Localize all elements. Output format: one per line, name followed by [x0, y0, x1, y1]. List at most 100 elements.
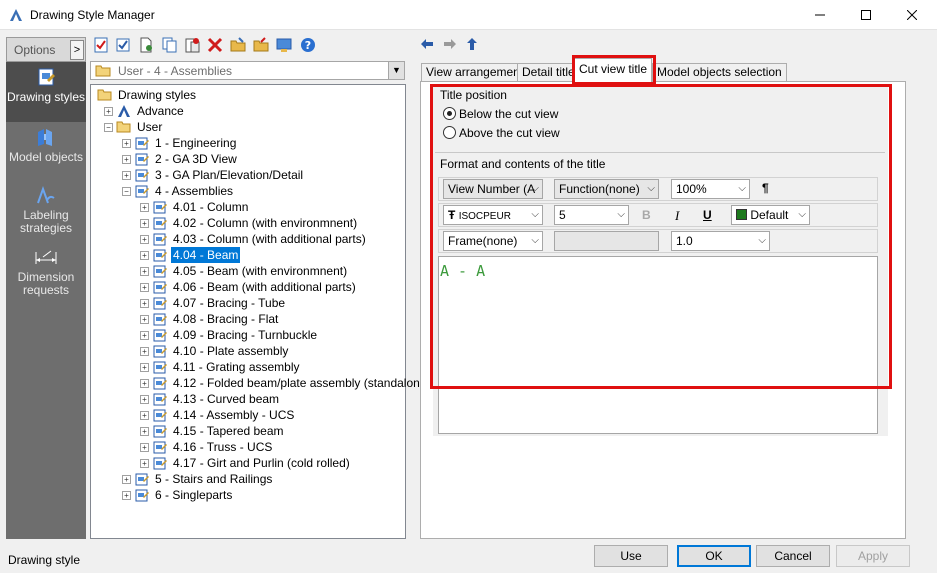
app-logo-icon — [10, 9, 22, 21]
tab-detail-title[interactable]: Detail title — [517, 63, 580, 81]
tree-item[interactable]: + Advance — [91, 103, 403, 119]
drawing-style-icon — [153, 457, 167, 470]
drawing-style-icon — [153, 249, 167, 262]
drawing-style-icon — [153, 265, 167, 278]
nav-item-dimension-requests[interactable]: Dimension requests — [6, 248, 86, 304]
expand-toggle-icon[interactable]: + — [140, 203, 149, 212]
tree-item[interactable]: +5 - Stairs and Railings — [91, 471, 403, 487]
chevron-down-icon[interactable]: ▼ — [388, 62, 404, 79]
expand-toggle-icon[interactable]: + — [122, 475, 131, 484]
tree-item-label: 4.16 - Truss - UCS — [173, 440, 273, 454]
new-item-icon[interactable] — [138, 37, 154, 53]
tree-item-label: 2 - GA 3D View — [155, 152, 237, 166]
up-arrow-icon[interactable] — [466, 37, 478, 51]
tree-item[interactable]: +2 - GA 3D View — [91, 151, 403, 167]
nav-item-drawing-styles[interactable]: Drawing styles — [6, 62, 86, 122]
tree-item[interactable]: +4.16 - Truss - UCS — [91, 439, 403, 455]
expand-toggle-icon[interactable]: + — [140, 379, 149, 388]
expand-toggle-icon[interactable]: + — [140, 395, 149, 404]
tree-item[interactable]: +4.15 - Tapered beam — [91, 423, 403, 439]
paste-icon[interactable] — [184, 37, 200, 53]
expand-toggle-icon[interactable]: + — [140, 363, 149, 372]
labeling-icon — [37, 186, 55, 204]
tree-item[interactable]: +4.02 - Column (with environmnent) — [91, 215, 403, 231]
drawing-style-icon — [153, 281, 167, 294]
style-tree[interactable]: Drawing styles + Advance − User +1 - Engineer… — [90, 84, 430, 539]
ok-button[interactable]: OK — [677, 545, 751, 567]
expand-toggle-icon[interactable]: + — [140, 299, 149, 308]
tree-item[interactable]: +1 - Engineering — [91, 135, 403, 151]
use-button[interactable]: Use — [594, 545, 668, 567]
expand-toggle-icon[interactable]: + — [140, 411, 149, 420]
tree-item-label: 4.03 - Column (with additional parts) — [173, 232, 366, 246]
tab-model-objects-selection[interactable]: Model objects selection — [652, 63, 787, 81]
options-expand-button[interactable]: > — [70, 40, 84, 60]
drawing-style-icon — [135, 153, 149, 166]
tree-item[interactable]: +4.05 - Beam (with environmnent) — [91, 263, 403, 279]
tree-item[interactable]: +4.17 - Girt and Purlin (cold rolled) — [91, 455, 403, 471]
delete-icon[interactable] — [207, 37, 223, 53]
tree-item[interactable]: − User — [91, 119, 403, 135]
tree-item[interactable]: +4.11 - Grating assembly — [91, 359, 403, 375]
expand-toggle-icon[interactable]: − — [104, 123, 113, 132]
copy-icon[interactable] — [161, 37, 177, 53]
nav-item-label: Drawing styles — [6, 90, 86, 104]
drawing-style-icon — [153, 441, 167, 454]
minimize-button[interactable] — [797, 0, 843, 30]
tree-item[interactable]: Drawing styles — [91, 87, 403, 103]
nav-item-label: Dimension requests — [17, 270, 75, 297]
tree-item[interactable]: +6 - Singleparts — [91, 487, 403, 503]
expand-toggle-icon[interactable]: + — [140, 235, 149, 244]
expand-toggle-icon[interactable]: + — [140, 347, 149, 356]
tree-item[interactable]: +4.10 - Plate assembly — [91, 343, 403, 359]
tree-item[interactable]: − 4 - Assemblies — [91, 183, 403, 199]
nav-item-labeling-strategies[interactable]: Labeling strategies — [6, 186, 86, 242]
expand-toggle-icon[interactable]: + — [104, 107, 113, 116]
cancel-button[interactable]: Cancel — [756, 545, 830, 567]
tree-item[interactable]: +4.01 - Column — [91, 199, 403, 215]
tab-view-arrangement[interactable]: View arrangement — [421, 63, 529, 81]
expand-toggle-icon[interactable]: + — [122, 171, 131, 180]
help-icon[interactable]: ? — [300, 37, 316, 53]
tree-item[interactable]: +4.04 - Beam — [91, 247, 403, 263]
forward-arrow-icon[interactable] — [443, 38, 457, 50]
display-icon[interactable] — [276, 37, 292, 53]
expand-toggle-icon[interactable]: + — [140, 315, 149, 324]
edit-check-icon[interactable] — [115, 37, 131, 53]
tree-item[interactable]: +4.06 - Beam (with additional parts) — [91, 279, 403, 295]
expand-toggle-icon[interactable]: + — [122, 155, 131, 164]
expand-toggle-icon[interactable]: − — [122, 187, 131, 196]
tree-item[interactable]: +4.07 - Bracing - Tube — [91, 295, 403, 311]
tree-item[interactable]: +4.14 - Assembly - UCS — [91, 407, 403, 423]
expand-toggle-icon[interactable]: + — [140, 443, 149, 452]
drawing-style-icon — [135, 185, 149, 198]
expand-toggle-icon[interactable]: + — [122, 491, 131, 500]
expand-toggle-icon[interactable]: + — [140, 219, 149, 228]
tree-item[interactable]: +4.13 - Curved beam — [91, 391, 403, 407]
tree-item[interactable]: +4.03 - Column (with additional parts) — [91, 231, 403, 247]
maximize-button[interactable] — [843, 0, 889, 30]
nav-item-model-objects[interactable]: Model objects — [6, 126, 86, 176]
expand-toggle-icon[interactable]: + — [140, 427, 149, 436]
tree-item[interactable]: +4.12 - Folded beam/plate assembly (stan… — [91, 375, 430, 391]
back-arrow-icon[interactable] — [420, 38, 434, 50]
tree-item[interactable]: +4.09 - Bracing - Turnbuckle — [91, 327, 403, 343]
drawing-style-icon — [153, 361, 167, 374]
tree-item[interactable]: +3 - GA Plan/Elevation/Detail — [91, 167, 403, 183]
drawing-style-icon — [153, 297, 167, 310]
expand-toggle-icon[interactable]: + — [122, 139, 131, 148]
advance-logo-icon — [118, 105, 130, 117]
close-button[interactable] — [889, 0, 935, 30]
expand-toggle-icon[interactable]: + — [140, 267, 149, 276]
tree-item[interactable]: +4.08 - Bracing - Flat — [91, 311, 403, 327]
folder-export-icon[interactable] — [230, 37, 246, 53]
checklist-icon[interactable] — [93, 37, 109, 53]
expand-toggle-icon[interactable]: + — [140, 459, 149, 468]
expand-toggle-icon[interactable]: + — [140, 251, 149, 260]
expand-toggle-icon[interactable]: + — [140, 331, 149, 340]
expand-toggle-icon[interactable]: + — [140, 283, 149, 292]
folder-import-icon[interactable] — [253, 37, 269, 53]
tree-item-label: 4.13 - Curved beam — [173, 392, 280, 406]
folder-open-icon — [116, 121, 131, 133]
apply-button[interactable]: Apply — [836, 545, 910, 567]
